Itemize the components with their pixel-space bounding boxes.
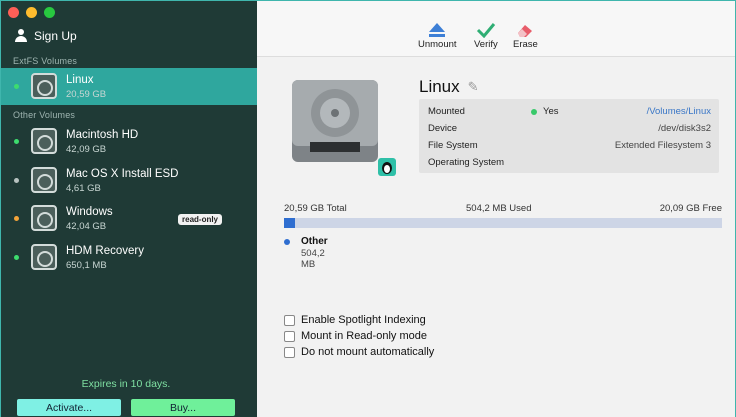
unmount-button[interactable]: Unmount: [418, 21, 457, 50]
legend-size: 504,2 MB: [301, 248, 325, 270]
volume-item-linux[interactable]: Linux 20,59 GB: [1, 68, 257, 105]
eject-icon: [427, 21, 447, 39]
info-row-operating-system: Operating System: [428, 157, 711, 173]
option-label: Mount in Read-only mode: [301, 330, 427, 342]
hard-drive-icon: [290, 78, 396, 176]
mount-path-link[interactable]: /Volumes/Linux: [647, 106, 711, 117]
info-label: File System: [428, 140, 478, 151]
info-label: Mounted: [428, 106, 465, 117]
volume-size: 650,1 MB: [66, 260, 107, 271]
checkbox[interactable]: [284, 346, 295, 358]
option-label: Do not mount automatically: [301, 346, 435, 358]
option-spotlight-indexing[interactable]: Enable Spotlight Indexing: [284, 314, 426, 326]
user-icon: [14, 29, 28, 43]
hard-drive-icon: [31, 73, 57, 99]
mounted-status-text: Yes: [543, 106, 559, 117]
used-size: 504,2 MB Used: [466, 203, 532, 214]
option-read-only-mode[interactable]: Mount in Read-only mode: [284, 330, 427, 342]
volume-item-mac-os-x-install-esd[interactable]: Mac OS X Install ESD 4,61 GB: [1, 162, 257, 199]
hard-drive-icon: [31, 205, 57, 231]
legend-name: Other: [301, 236, 328, 247]
checkbox[interactable]: [284, 314, 295, 326]
mounted-status: Yes: [531, 106, 559, 117]
sign-up-button[interactable]: Sign Up: [14, 29, 77, 43]
window-controls: [8, 7, 55, 18]
volume-details-panel: Linux ✎ Mounted Yes /Volumes/Linux Devic…: [257, 57, 735, 417]
volume-name: Linux: [66, 74, 94, 86]
toolbar: Unmount Verify Erase: [257, 1, 735, 57]
trial-expiry-text: Expires in 10 days.: [81, 378, 171, 390]
read-only-badge: read-only: [178, 214, 223, 225]
unmount-label: Unmount: [418, 39, 457, 50]
erase-label: Erase: [513, 39, 538, 50]
app-window: Sign Up ExtFS Volumes Linux 20,59 GB Oth…: [0, 0, 736, 417]
volume-size: 42,04 GB: [66, 221, 107, 232]
zoom-button[interactable]: [44, 7, 55, 18]
mounted-status-dot: [14, 84, 19, 89]
volume-name: Mac OS X Install ESD: [66, 168, 179, 180]
hard-drive-icon: [31, 167, 57, 193]
unmounted-status-dot: [14, 178, 19, 183]
hard-drive-icon: [31, 244, 57, 270]
total-size: 20,59 GB Total: [284, 203, 347, 214]
volume-size: 4,61 GB: [66, 183, 101, 194]
mounted-status-dot: [14, 255, 19, 260]
hard-drive-icon: [31, 128, 57, 154]
volume-size: 42,09 GB: [66, 144, 107, 155]
volume-item-hdm-recovery[interactable]: HDM Recovery 650,1 MB: [1, 239, 257, 276]
status-dot: [531, 108, 537, 115]
info-row-device: Device /dev/disk3s2: [428, 123, 711, 139]
minimize-button[interactable]: [26, 7, 37, 18]
section-other-volumes: Other Volumes: [13, 110, 76, 120]
info-label: Operating System: [428, 157, 505, 168]
checkmark-icon: [476, 21, 496, 39]
pencil-icon[interactable]: ✎: [468, 79, 479, 95]
eraser-icon: [515, 21, 535, 39]
sign-up-label: Sign Up: [34, 29, 77, 43]
mounted-status-dot: [14, 139, 19, 144]
activate-button[interactable]: Activate...: [17, 399, 121, 416]
info-label: Device: [428, 123, 458, 134]
checkbox[interactable]: [284, 330, 295, 342]
volume-item-windows[interactable]: Windows 42,04 GB read-only: [1, 200, 257, 237]
volume-title: Linux ✎: [419, 77, 479, 97]
disk-usage-bar: [284, 218, 722, 228]
erase-button[interactable]: Erase: [513, 21, 538, 50]
info-value: Extended Filesystem 3: [614, 140, 711, 151]
linux-penguin-icon: [378, 158, 396, 176]
read-only-status-dot: [14, 216, 19, 221]
option-no-auto-mount[interactable]: Do not mount automatically: [284, 346, 434, 358]
volume-title-text: Linux: [419, 77, 460, 96]
verify-button[interactable]: Verify: [474, 21, 498, 50]
legend-dot: [284, 239, 290, 245]
volume-name: HDM Recovery: [66, 245, 144, 257]
free-size: 20,09 GB Free: [659, 203, 722, 214]
volume-size: 20,59 GB: [66, 89, 107, 100]
verify-label: Verify: [474, 39, 498, 50]
sidebar: Sign Up ExtFS Volumes Linux 20,59 GB Oth…: [1, 1, 257, 417]
close-button[interactable]: [8, 7, 19, 18]
section-extfs-volumes: ExtFS Volumes: [13, 56, 78, 66]
buy-button[interactable]: Buy...: [131, 399, 235, 416]
info-row-mounted: Mounted Yes /Volumes/Linux: [428, 106, 711, 122]
volume-name: Macintosh HD: [66, 129, 139, 141]
info-value: /dev/disk3s2: [658, 123, 711, 134]
disk-usage-bar-fill: [284, 218, 295, 228]
volume-name: Windows: [66, 206, 113, 218]
volume-item-macintosh-hd[interactable]: Macintosh HD 42,09 GB: [1, 123, 257, 160]
volume-info-table: Mounted Yes /Volumes/Linux Device /dev/d…: [419, 99, 719, 173]
option-label: Enable Spotlight Indexing: [301, 314, 426, 326]
info-row-file-system: File System Extended Filesystem 3: [428, 140, 711, 156]
